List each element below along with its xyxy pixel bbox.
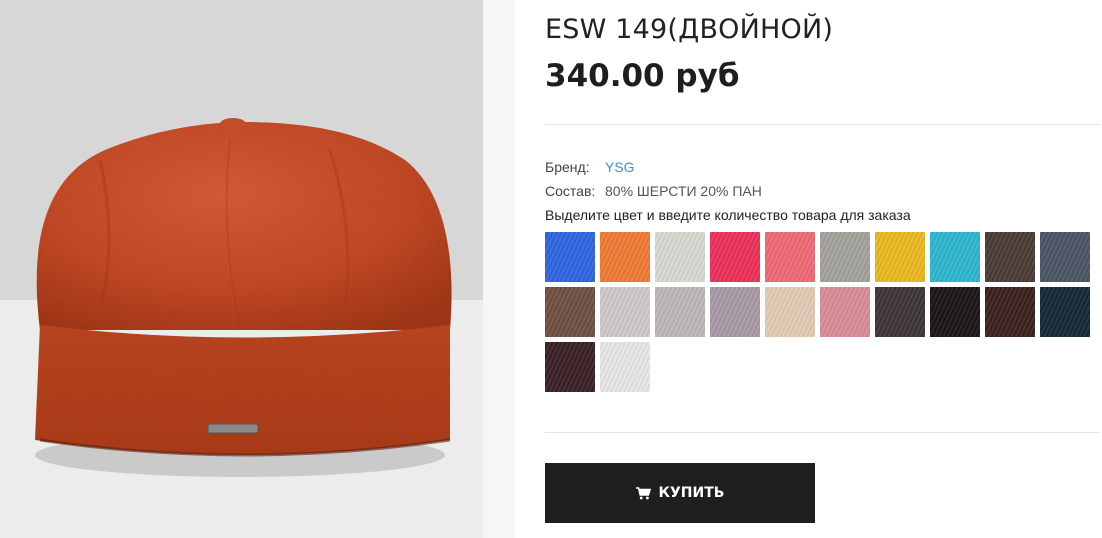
divider xyxy=(545,432,1099,433)
brand-label: Бренд: xyxy=(545,159,590,175)
composition-value: 80% ШЕРСТИ 20% ПАН xyxy=(605,183,762,199)
color-swatch[interactable] xyxy=(710,287,760,337)
color-swatch[interactable] xyxy=(930,232,980,282)
color-swatch[interactable] xyxy=(820,232,870,282)
color-swatch[interactable] xyxy=(710,232,760,282)
brand-row: Бренд: YSG xyxy=(545,159,635,175)
buy-button[interactable]: КУПИТЬ xyxy=(545,463,815,523)
color-swatch[interactable] xyxy=(545,287,595,337)
color-swatch[interactable] xyxy=(600,287,650,337)
color-swatch[interactable] xyxy=(600,232,650,282)
color-swatch[interactable] xyxy=(930,287,980,337)
color-swatch[interactable] xyxy=(765,232,815,282)
color-swatch[interactable] xyxy=(985,232,1035,282)
composition-label: Состав: xyxy=(545,183,596,199)
color-swatch[interactable] xyxy=(600,342,650,392)
brand-link[interactable]: YSG xyxy=(605,159,635,175)
product-price: 340.00 руб xyxy=(545,58,740,94)
color-swatch[interactable] xyxy=(820,287,870,337)
color-swatch[interactable] xyxy=(545,342,595,392)
color-swatch[interactable] xyxy=(655,287,705,337)
color-swatch[interactable] xyxy=(875,232,925,282)
buy-button-label: КУПИТЬ xyxy=(658,485,725,501)
composition-row: Состав: 80% ШЕРСТИ 20% ПАН xyxy=(545,183,762,199)
product-photo[interactable] xyxy=(0,0,483,538)
product-info: ESW 149(ДВОЙНОЙ) 340.00 руб Бренд: YSG Со… xyxy=(545,0,1100,538)
color-swatches xyxy=(545,232,1102,392)
divider xyxy=(545,124,1099,125)
color-swatch[interactable] xyxy=(765,287,815,337)
color-swatch[interactable] xyxy=(1040,287,1090,337)
color-hint: Выделите цвет и введите количество товар… xyxy=(545,207,911,223)
gallery-gap xyxy=(483,0,515,538)
color-swatch[interactable] xyxy=(655,232,705,282)
color-swatch[interactable] xyxy=(1040,232,1090,282)
color-swatch[interactable] xyxy=(545,232,595,282)
product-title: ESW 149(ДВОЙНОЙ) xyxy=(545,14,834,45)
color-swatch[interactable] xyxy=(875,287,925,337)
color-swatch[interactable] xyxy=(985,287,1035,337)
cart-icon xyxy=(635,486,651,500)
beret-image xyxy=(0,0,483,538)
